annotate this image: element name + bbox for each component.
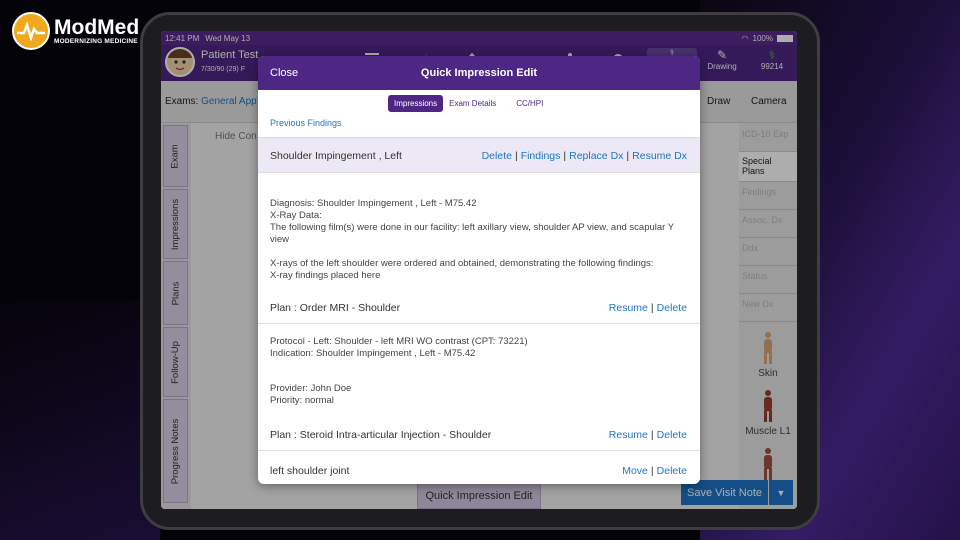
plan-row-injection[interactable]: Plan : Steroid Intra-articular Injection… <box>258 419 700 451</box>
delete-button[interactable]: Delete <box>482 150 512 162</box>
selected-impression-row[interactable]: Shoulder Impingement , Left Delete | Findi… <box>258 137 700 173</box>
plan-title: Plan : Order MRI - Shoulder <box>270 302 401 314</box>
segment-control: Impressions Exam Details CC/HPI <box>388 95 549 112</box>
provider-text: Provider: John Doe Priority: normal <box>270 383 352 406</box>
resume-dx-link[interactable]: Resume Dx <box>632 150 687 162</box>
impression-title: Shoulder Impingement , Left <box>270 150 402 162</box>
segment-exam-details[interactable]: Exam Details <box>443 95 502 112</box>
findings-link[interactable]: Findings <box>521 150 561 162</box>
protocol-text: Protocol - Left: Shoulder - left MRI WO … <box>270 336 528 359</box>
plan-actions: Resume | Delete <box>608 429 687 441</box>
plan-actions: Resume | Delete <box>608 302 687 314</box>
heartbeat-logo-icon <box>12 12 50 50</box>
resume-button[interactable]: Resume <box>609 429 648 441</box>
plan-row-joint[interactable]: left shoulder joint Move | Delete <box>258 455 700 484</box>
brand-name: ModMed <box>54 15 140 39</box>
replace-dx-link[interactable]: Replace Dx <box>569 150 623 162</box>
delete-button[interactable]: Delete <box>657 302 687 314</box>
resume-button[interactable]: Resume <box>609 302 648 314</box>
modal-header: Quick Impression Edit Close <box>258 56 700 90</box>
delete-button[interactable]: Delete <box>657 465 687 477</box>
plan-title: left shoulder joint <box>270 465 350 477</box>
brand-logo: ModMed MODERNIZING MEDICINE <box>12 12 139 50</box>
quick-impression-modal: Quick Impression Edit Close Impressions … <box>258 56 700 484</box>
diagnosis-text: Diagnosis: Shoulder Impingement , Left -… <box>270 198 674 245</box>
previous-findings-link[interactable]: Previous Findings <box>270 118 342 128</box>
brand-tagline: MODERNIZING MEDICINE <box>54 37 138 45</box>
impression-actions: Delete | Findings | Replace Dx | Resume Dx <box>481 150 687 162</box>
plan-title: Plan : Steroid Intra-articular Injection… <box>270 429 492 441</box>
plan-actions: Move | Delete <box>622 465 687 477</box>
segment-cc-hpi[interactable]: CC/HPI <box>510 95 549 112</box>
move-button[interactable]: Move <box>622 465 648 477</box>
delete-button[interactable]: Delete <box>657 429 687 441</box>
xray-text: X-rays of the left shoulder were ordered… <box>270 258 654 281</box>
close-button[interactable]: Close <box>270 67 298 79</box>
plan-row-mri[interactable]: Plan : Order MRI - Shoulder Resume | Delet… <box>258 292 700 324</box>
segment-impressions[interactable]: Impressions <box>388 95 444 112</box>
background-gradient-left <box>0 300 160 540</box>
modal-title: Quick Impression Edit <box>420 67 538 79</box>
